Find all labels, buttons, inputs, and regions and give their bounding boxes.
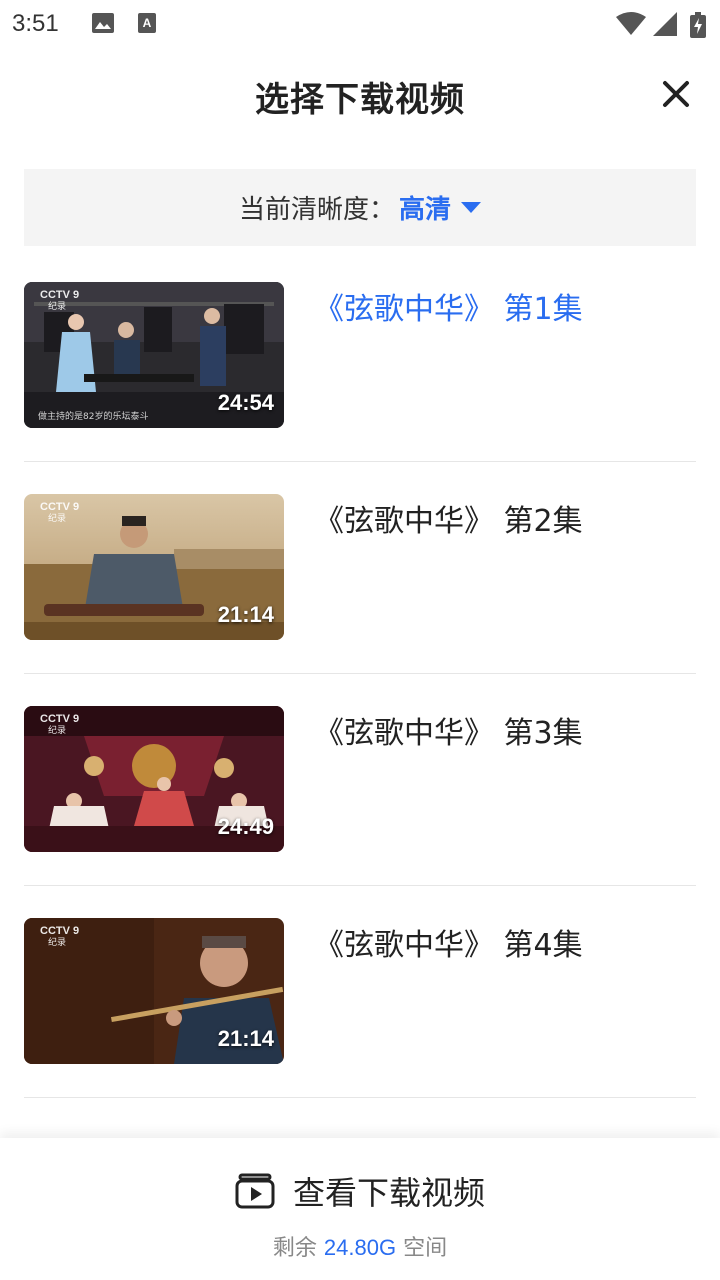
subtitle-caption: 做主持的是82岁的乐坛泰斗	[38, 412, 149, 422]
storage-suffix: 空间	[396, 1236, 448, 1261]
view-downloads-button[interactable]: 查看下载视频	[0, 1168, 720, 1214]
video-duration: 24:54	[217, 390, 274, 415]
episode-title: 《弦歌中华》 第4集	[314, 928, 583, 963]
episode-item[interactable]: CCTV 9 纪录 做主持的是82岁的乐坛泰斗 24:54 《弦歌中华》 第1集	[24, 282, 696, 494]
status-bar: 3:51 A	[0, 0, 720, 50]
video-thumbnail: CCTV 9 纪录 24:49	[24, 706, 284, 852]
a-keyboard-icon: A	[138, 13, 156, 33]
status-time: 3:51	[12, 10, 59, 37]
episode-item[interactable]: CCTV 9 纪录 21:14 《弦歌中华》 第2集	[24, 494, 696, 706]
signal-icon	[653, 12, 677, 36]
quality-selector: 当前清晰度： 高清	[24, 169, 696, 246]
episode-item[interactable]: CCTV 9 纪录 24:49 《弦歌中华》 第3集	[24, 706, 696, 918]
page-title: 选择下载视频	[255, 80, 465, 120]
video-duration: 24:49	[217, 814, 274, 839]
quality-dropdown[interactable]: 高清	[399, 189, 482, 226]
wifi-icon	[616, 12, 646, 35]
divider	[24, 673, 696, 674]
video-duration: 21:14	[217, 602, 274, 627]
battery-charging-icon	[690, 12, 706, 38]
bottom-bar: 查看下载视频 剩余 24.80G 空间	[0, 1138, 720, 1280]
divider	[24, 461, 696, 462]
svg-text:A: A	[143, 16, 152, 30]
channel-logo: CCTV 9 纪录	[40, 925, 80, 948]
video-thumbnail: CCTV 9 纪录 21:14	[24, 918, 284, 1064]
video-folder-icon	[235, 1173, 275, 1209]
caret-down-icon	[461, 202, 482, 213]
episode-item[interactable]: CCTV 9 纪录 21:14 《弦歌中华》 第4集	[24, 918, 696, 1130]
divider	[24, 885, 696, 886]
close-icon[interactable]	[656, 74, 696, 114]
storage-info: 剩余 24.80G 空间	[0, 1230, 720, 1262]
view-downloads-label: 查看下载视频	[292, 1174, 485, 1212]
quality-label: 当前清晰度：	[238, 195, 395, 225]
video-thumbnail: CCTV 9 纪录 21:14	[24, 494, 284, 640]
quality-value: 高清	[399, 195, 452, 225]
storage-amount: 24.80G	[323, 1235, 397, 1260]
channel-logo: CCTV 9 纪录	[40, 289, 80, 312]
photo-icon	[92, 13, 114, 33]
episode-title: 《弦歌中华》 第1集	[314, 292, 583, 327]
video-thumbnail: CCTV 9 纪录 做主持的是82岁的乐坛泰斗 24:54	[24, 282, 284, 428]
header: 选择下载视频	[0, 50, 720, 140]
channel-logo: CCTV 9 纪录	[40, 501, 80, 524]
episode-title: 《弦歌中华》 第2集	[314, 504, 583, 539]
storage-prefix: 剩余	[272, 1236, 324, 1261]
video-duration: 21:14	[217, 1026, 274, 1051]
channel-logo: CCTV 9 纪录	[40, 713, 80, 736]
divider	[24, 1097, 696, 1098]
episode-title: 《弦歌中华》 第3集	[314, 716, 583, 751]
episode-list: CCTV 9纪录 做主持的是82岁的乐坛泰斗 24:54 《弦歌中华》 第1集	[24, 282, 696, 1130]
